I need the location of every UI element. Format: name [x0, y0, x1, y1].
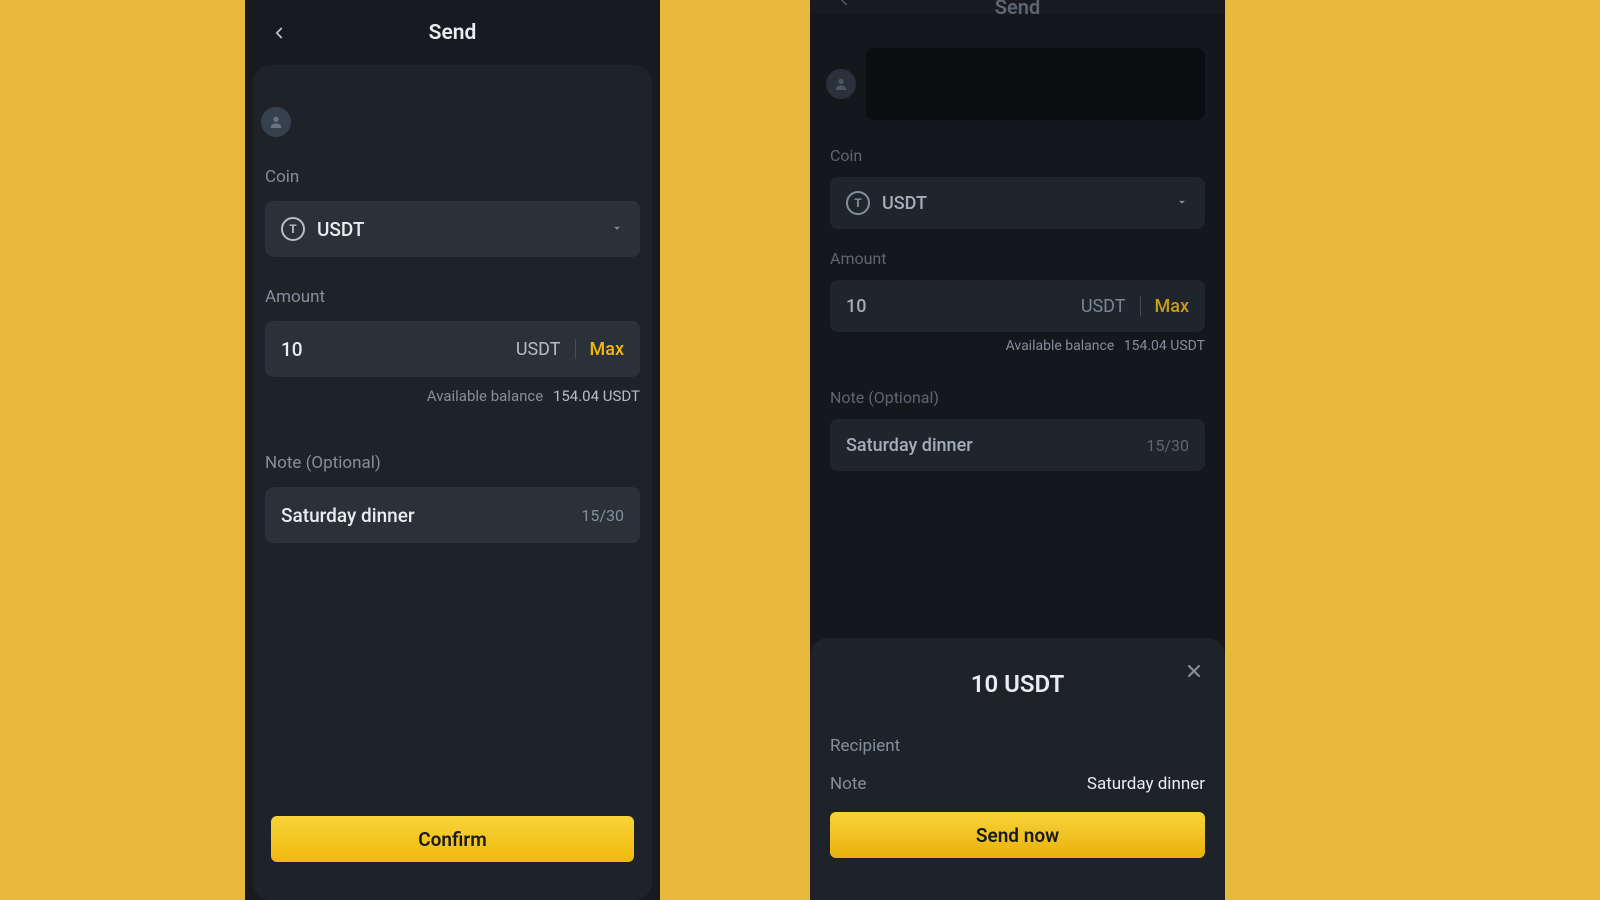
coin-symbol: USDT: [317, 218, 364, 241]
recipient-box: [866, 48, 1205, 120]
coin-selected: T USDT: [281, 217, 364, 241]
sheet-recipient-label: Recipient: [830, 736, 900, 756]
balance-label: Available balance: [427, 387, 543, 405]
amount-suffix: USDT Max: [516, 339, 624, 360]
back-button[interactable]: [267, 21, 291, 45]
send-screen-form: Send Coin T USDT Amount 10: [245, 0, 660, 900]
close-icon: [1184, 661, 1204, 681]
note-field: Saturday dinner 15/30: [830, 419, 1205, 471]
sheet-note-value: Saturday dinner: [1087, 774, 1205, 794]
sheet-note-label: Note: [830, 774, 866, 794]
coin-symbol: USDT: [882, 193, 927, 214]
max-button[interactable]: Max: [590, 339, 625, 360]
sheet-amount-title: 10 USDT: [830, 670, 1205, 698]
balance-row: Available balance 154.04 USDT: [265, 387, 640, 405]
chevron-down-icon: [610, 220, 624, 239]
coin-label: Coin: [830, 146, 1205, 165]
max-button: Max: [1155, 296, 1190, 317]
header: Send: [245, 0, 660, 65]
note-counter: 15/30: [1146, 436, 1189, 455]
recipient-row: [830, 36, 1205, 146]
chevron-left-icon: [270, 24, 288, 42]
page-title: Send: [429, 21, 477, 45]
coin-section: Coin T USDT: [830, 146, 1205, 235]
note-section: Note (Optional) Saturday dinner 15/30: [265, 453, 640, 553]
amount-section: Amount 10 USDT Max Available balance 154…: [830, 249, 1205, 374]
divider: [575, 339, 576, 359]
tether-icon: T: [281, 217, 305, 241]
balance-value: 154.04 USDT: [1124, 338, 1205, 354]
send-screen-confirm: Send Coin T USDT Amount 10: [810, 0, 1225, 900]
tether-icon: T: [846, 191, 870, 215]
amount-unit: USDT: [1081, 296, 1126, 317]
amount-label: Amount: [265, 287, 640, 307]
confirm-bottom-sheet: 10 USDT Recipient Note Saturday dinner S…: [810, 638, 1225, 900]
sheet-note-row: Note Saturday dinner: [830, 774, 1205, 794]
person-icon: [833, 76, 849, 92]
chevron-left-icon: [835, 0, 853, 9]
spacer: [265, 573, 640, 816]
amount-section: Amount 10 USDT Max Available balance 154…: [265, 287, 640, 433]
coin-selected: T USDT: [846, 191, 927, 215]
confirm-button[interactable]: Confirm: [271, 816, 634, 862]
note-label: Note (Optional): [265, 453, 640, 473]
balance-value: 154.04 USDT: [553, 387, 640, 405]
note-value: Saturday dinner: [281, 504, 415, 527]
back-button[interactable]: [832, 0, 856, 12]
coin-select: T USDT: [830, 177, 1205, 229]
send-now-button[interactable]: Send now: [830, 812, 1205, 858]
amount-field: 10 USDT Max: [830, 280, 1205, 332]
amount-unit: USDT: [516, 339, 561, 360]
chevron-down-icon: [1175, 194, 1189, 213]
amount-field[interactable]: 10 USDT Max: [265, 321, 640, 377]
note-label: Note (Optional): [830, 388, 1205, 407]
balance-row: Available balance 154.04 USDT: [830, 338, 1205, 354]
note-section: Note (Optional) Saturday dinner 15/30: [830, 388, 1205, 477]
amount-value: 10: [846, 296, 866, 317]
amount-label: Amount: [830, 249, 1205, 268]
coin-select[interactable]: T USDT: [265, 201, 640, 257]
balance-label: Available balance: [1006, 338, 1115, 354]
recipient-avatar: [826, 69, 856, 99]
amount-value: 10: [281, 338, 303, 361]
recipient-row: [265, 77, 640, 167]
note-counter: 15/30: [581, 506, 624, 525]
amount-suffix: USDT Max: [1081, 296, 1189, 317]
note-field[interactable]: Saturday dinner 15/30: [265, 487, 640, 543]
sheet-recipient-row: Recipient: [830, 736, 1205, 756]
recipient-avatar[interactable]: [261, 107, 291, 137]
note-value: Saturday dinner: [846, 435, 973, 456]
page-title: Send: [995, 0, 1040, 19]
close-button[interactable]: [1183, 660, 1205, 682]
coin-section: Coin T USDT: [265, 167, 640, 267]
header: Send: [810, 0, 1225, 14]
coin-label: Coin: [265, 167, 640, 187]
divider: [1140, 296, 1141, 316]
form-card: Coin T USDT Amount 10 USDT Max: [253, 65, 652, 900]
person-icon: [268, 114, 284, 130]
